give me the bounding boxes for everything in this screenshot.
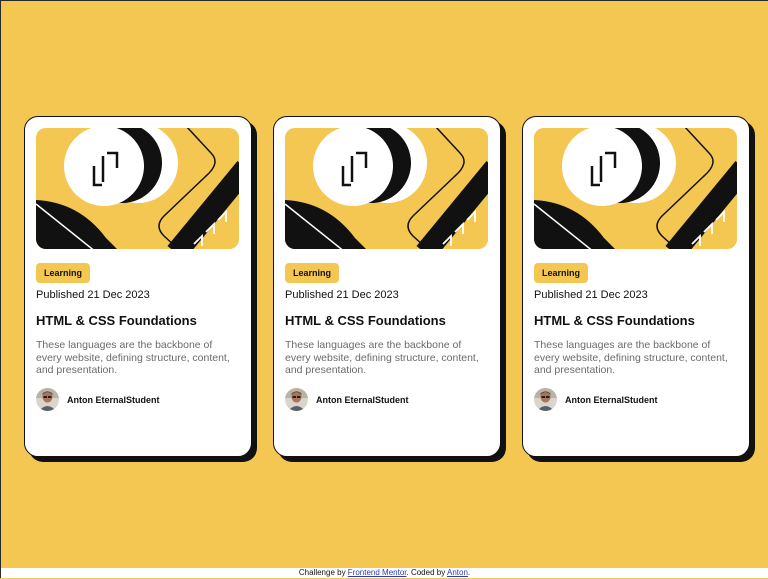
card-title[interactable]: HTML & CSS Foundations <box>285 313 446 328</box>
card-title[interactable]: HTML & CSS Foundations <box>36 313 197 328</box>
blog-card[interactable]: Learning Published 21 Dec 2023 HTML & CS… <box>273 116 501 457</box>
card-description: These languages are the backbone of ever… <box>36 339 230 376</box>
cards-container: Learning Published 21 Dec 2023 HTML & CS… <box>1 1 768 579</box>
avatar <box>534 388 557 411</box>
card-illustration <box>534 128 737 249</box>
card-description: These languages are the backbone of ever… <box>285 339 479 376</box>
card-illustration <box>285 128 488 249</box>
category-badge: Learning <box>285 263 340 283</box>
frontend-mentor-link[interactable]: Frontend Mentor <box>348 568 407 577</box>
author-name: Anton EternalStudent <box>316 394 409 405</box>
footer-middle: . Coded by <box>406 568 447 577</box>
author: Anton EternalStudent <box>36 388 160 411</box>
author: Anton EternalStudent <box>285 388 409 411</box>
card-title[interactable]: HTML & CSS Foundations <box>534 313 695 328</box>
author-name: Anton EternalStudent <box>565 394 658 405</box>
avatar <box>36 388 59 411</box>
card-illustration <box>36 128 239 249</box>
author-name: Anton EternalStudent <box>67 394 160 405</box>
attribution-footer: Challenge by Frontend Mentor. Coded by A… <box>1 568 768 578</box>
category-badge: Learning <box>534 263 589 283</box>
blog-card[interactable]: Learning Published 21 Dec 2023 HTML & CS… <box>522 116 750 457</box>
avatar <box>285 388 308 411</box>
footer-suffix: . <box>467 568 471 577</box>
published-date: Published 21 Dec 2023 <box>285 289 399 301</box>
card-description: These languages are the backbone of ever… <box>534 339 728 376</box>
published-date: Published 21 Dec 2023 <box>534 289 648 301</box>
category-badge: Learning <box>36 263 91 283</box>
footer-prefix: Challenge by <box>298 568 348 577</box>
coder-link[interactable]: Anton <box>447 568 468 577</box>
blog-card[interactable]: Learning Published 21 Dec 2023 HTML & CS… <box>24 116 252 457</box>
author: Anton EternalStudent <box>534 388 658 411</box>
published-date: Published 21 Dec 2023 <box>36 289 150 301</box>
